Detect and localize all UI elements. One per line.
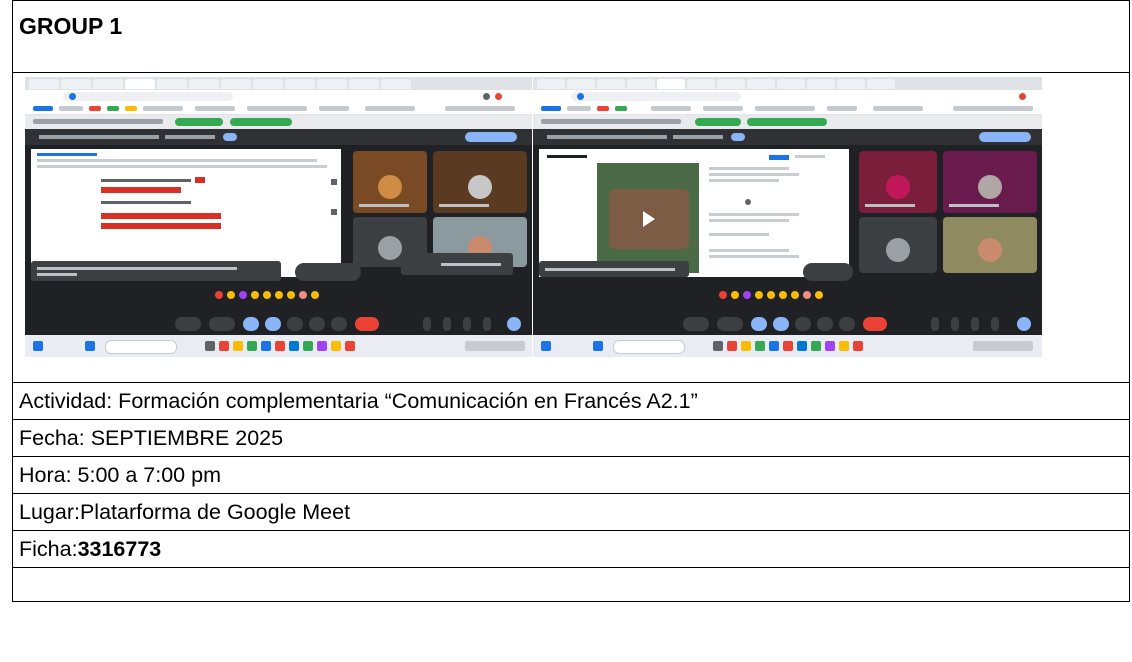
sharing-notice-bar xyxy=(533,115,1042,129)
presentation-bar xyxy=(533,129,1042,145)
blank-cell xyxy=(12,567,1130,602)
participant-tile xyxy=(433,151,527,213)
ficha-label: Ficha: xyxy=(19,537,78,561)
participant-tile xyxy=(943,151,1037,213)
participant-tile xyxy=(943,217,1037,273)
fecha-cell: Fecha: SEPTIEMBRE 2025 xyxy=(12,419,1130,457)
sharing-notice-bar xyxy=(25,115,532,129)
address-bar xyxy=(25,90,532,103)
floating-controls xyxy=(803,263,853,281)
participant-tile xyxy=(353,151,427,213)
meet-controls xyxy=(533,313,1042,335)
participant-tile xyxy=(859,217,937,273)
participant-name-toast xyxy=(401,253,513,275)
actividad-cell: Actividad: Formación complementaria “Com… xyxy=(12,382,1130,420)
report-table: GROUP 1 Actividad: Formación complementa… xyxy=(12,0,1130,602)
lugar-cell: Lugar:Platarforma de Google Meet xyxy=(12,493,1130,531)
bookmarks-bar xyxy=(25,103,532,115)
browser-tabs xyxy=(25,77,532,90)
browser-tabs xyxy=(533,77,1042,90)
floating-controls xyxy=(295,263,361,281)
group-title: GROUP 1 xyxy=(19,13,123,39)
windows-taskbar xyxy=(25,335,532,357)
participant-tile xyxy=(859,151,937,213)
ficha-value: 3316773 xyxy=(77,537,162,561)
shared-instagram-post xyxy=(539,149,849,277)
bookmarks-bar xyxy=(533,103,1042,115)
hora-cell: Hora: 5:00 a 7:00 pm xyxy=(12,456,1130,494)
ficha-cell: Ficha:3316773 xyxy=(12,530,1130,568)
address-bar xyxy=(533,90,1042,103)
meet-controls xyxy=(25,313,532,335)
participants-toast xyxy=(31,261,281,281)
meet-screenshot-left xyxy=(25,77,532,357)
title-cell: GROUP 1 xyxy=(12,0,1130,73)
windows-taskbar xyxy=(533,335,1042,357)
meet-screenshot-right xyxy=(533,77,1042,357)
emoji-reactions xyxy=(719,286,849,299)
screenshot-cell xyxy=(12,72,1130,383)
emoji-reactions xyxy=(215,286,335,299)
shared-document xyxy=(31,149,341,277)
presentation-bar xyxy=(25,129,532,145)
participants-toast xyxy=(539,261,689,277)
